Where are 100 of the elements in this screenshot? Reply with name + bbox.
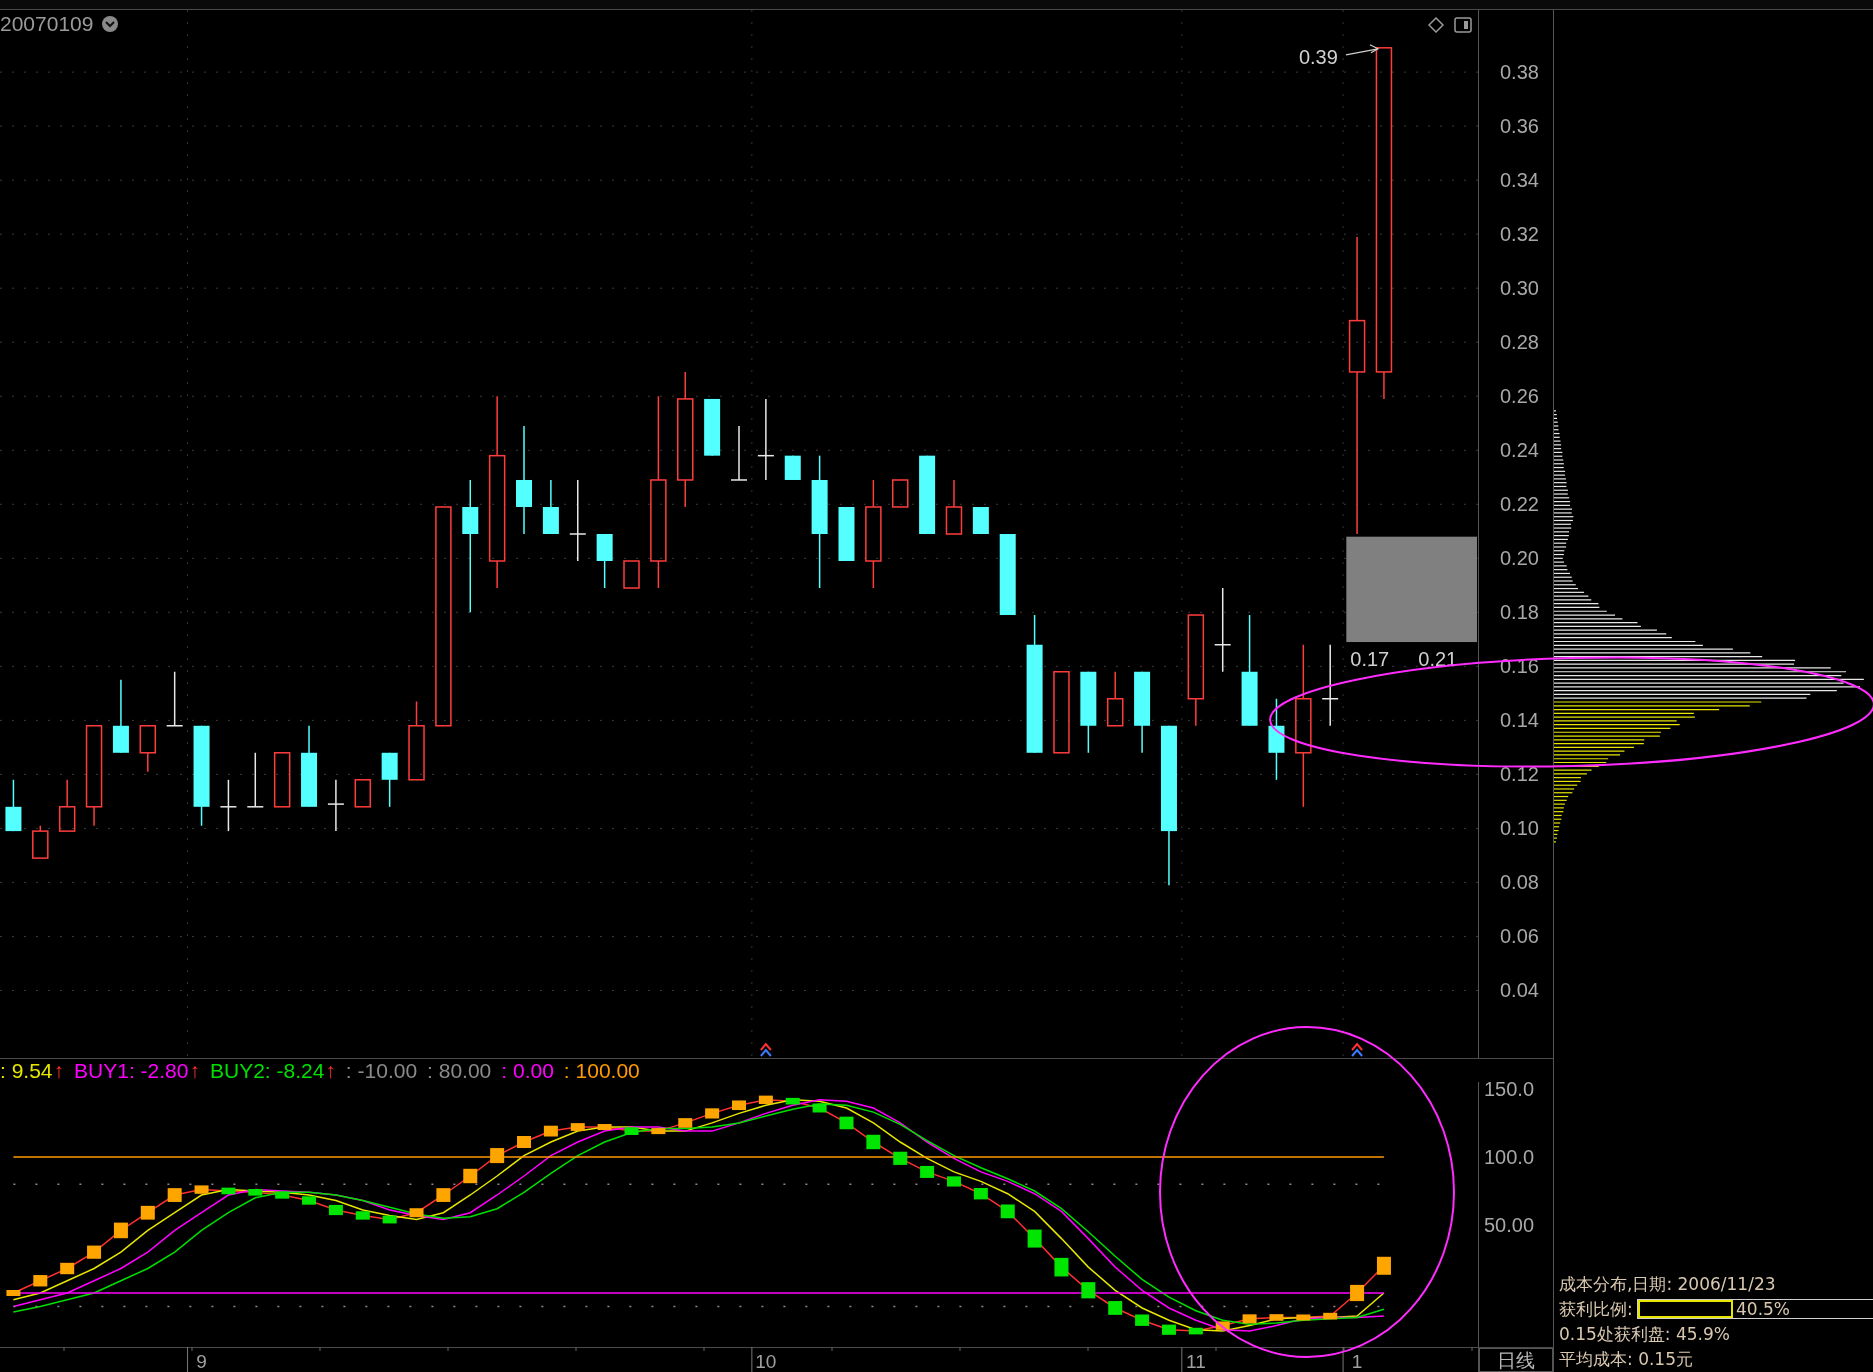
- indicator-block: [678, 1118, 693, 1128]
- doji-candle: [246, 752, 265, 808]
- rising-candle: [273, 752, 291, 808]
- indicator-block: [1242, 1314, 1257, 1324]
- axis-label: 150.0: [1484, 1082, 1535, 1100]
- average-cost-text: 平均成本: 0.15元: [1559, 1348, 1694, 1370]
- rising-candle: [945, 479, 963, 535]
- axis-label: 0.14: [1500, 709, 1539, 732]
- indicator-block: [1376, 1256, 1391, 1275]
- indicator-block: [705, 1108, 720, 1119]
- indicator-block: [1350, 1284, 1365, 1302]
- indicator-block: [355, 1211, 370, 1220]
- indicator-block: [140, 1205, 155, 1220]
- period-button[interactable]: 日线: [1479, 1348, 1553, 1372]
- rising-candle: [892, 479, 909, 508]
- falling-candle: [972, 506, 989, 535]
- doji-candle: [219, 779, 238, 832]
- indicator-block: [194, 1185, 209, 1194]
- indicator-block: [543, 1125, 558, 1137]
- axis-label: 0.18: [1500, 601, 1539, 624]
- indicator-block: [436, 1188, 451, 1202]
- indicator-block: [624, 1127, 639, 1135]
- indicator-block: [866, 1134, 881, 1150]
- falling-candle: [704, 398, 721, 457]
- indicator-block: [382, 1215, 397, 1224]
- indicator-block: [409, 1208, 424, 1218]
- doji-candle: [327, 779, 345, 832]
- axis-label: 9: [196, 1351, 207, 1372]
- axis-label: 0.20: [1500, 547, 1539, 570]
- price-label: 0.39: [1298, 45, 1338, 68]
- indicator-value: : 100.00: [563, 1058, 640, 1083]
- indicator-block: [113, 1222, 128, 1239]
- axis-label: 50.00: [1484, 1213, 1535, 1236]
- indicator-block: [839, 1116, 854, 1130]
- falling-candle: [596, 533, 613, 589]
- indicator-block: [328, 1204, 343, 1216]
- axis-label: 0.06: [1500, 925, 1539, 948]
- axis-label: 0.32: [1500, 223, 1539, 246]
- profit-at-price-text: 0.15处获利盘: 45.9%: [1559, 1323, 1731, 1345]
- falling-candle: [542, 479, 559, 535]
- indicator-block: [758, 1095, 773, 1104]
- indicator-block: [785, 1097, 800, 1105]
- indicator-block: [920, 1165, 935, 1178]
- indicator-block: [597, 1124, 612, 1131]
- axis-label: 0.28: [1500, 331, 1539, 354]
- axis-label: 0.36: [1500, 115, 1539, 138]
- indicator-block: [302, 1196, 317, 1205]
- axis-label: 0.34: [1500, 169, 1539, 192]
- date-label: 20070109: [0, 12, 94, 36]
- diamond-icon[interactable]: [1428, 17, 1444, 33]
- rising-candle: [32, 824, 49, 859]
- axis-label: 0.30: [1500, 277, 1539, 300]
- axis-label: 0.22: [1500, 493, 1539, 516]
- signal-arrow-icon: [1351, 1042, 1364, 1057]
- doji-candle: [730, 425, 748, 481]
- falling-candle: [5, 779, 22, 832]
- falling-candle: [838, 506, 855, 562]
- indicator-value: : 80.00: [427, 1058, 492, 1083]
- axis-label: 0.24: [1500, 439, 1539, 462]
- indicator-block: [1054, 1257, 1069, 1277]
- axis-label: 0.12: [1500, 763, 1539, 786]
- falling-candle: [784, 454, 801, 481]
- indicator-block: [221, 1187, 236, 1195]
- indicator-arrow: ↑: [325, 1058, 336, 1083]
- indicator-block: [1108, 1301, 1123, 1315]
- indicator-block: [973, 1188, 988, 1200]
- indicator-block: [732, 1100, 746, 1111]
- indicator-block: [570, 1123, 585, 1131]
- indicator-block: [33, 1275, 48, 1287]
- cost-date-text: 成本分布,日期: 2006/11/23: [1559, 1273, 1777, 1295]
- indicator-value: BUY1: -2.80: [74, 1058, 189, 1083]
- indicator-block: [1000, 1204, 1015, 1219]
- indicator-block: [893, 1151, 908, 1165]
- indicator-arrow: ↑: [189, 1058, 200, 1083]
- axis-label: 0.38: [1500, 61, 1539, 84]
- dropdown-icon[interactable]: [101, 15, 120, 33]
- indicator-block: [1027, 1229, 1042, 1248]
- indicator-block: [1296, 1314, 1311, 1321]
- profit-ratio-label: 获利比例:: [1559, 1298, 1633, 1320]
- indicator-value: BUY2: -8.24: [209, 1058, 325, 1083]
- axis-label: 0.04: [1500, 979, 1539, 1002]
- indicator-block: [1215, 1321, 1230, 1330]
- indicator-block: [651, 1128, 666, 1135]
- profit-ratio-value: 40.5%: [1735, 1299, 1791, 1319]
- indicator-block: [275, 1191, 290, 1199]
- panel-toggle-icon[interactable]: [1454, 17, 1472, 33]
- price-label: 0.17: [1350, 648, 1390, 671]
- indicator-value: : 0.00: [501, 1058, 554, 1083]
- axis-label: 100.0: [1484, 1145, 1535, 1168]
- axis-label: 0.10: [1500, 817, 1539, 840]
- doji-candle: [165, 671, 184, 727]
- rising-candle: [623, 560, 640, 589]
- indicator-block: [248, 1189, 263, 1196]
- indicator-block: [87, 1245, 102, 1259]
- axis-label: 10: [755, 1351, 777, 1372]
- indicator-block: [517, 1136, 531, 1148]
- indicator-arrow: ↑: [53, 1058, 65, 1083]
- signal-arrow-icon: [759, 1042, 772, 1057]
- indicator-block: [947, 1176, 961, 1187]
- indicator-block: [1323, 1312, 1338, 1320]
